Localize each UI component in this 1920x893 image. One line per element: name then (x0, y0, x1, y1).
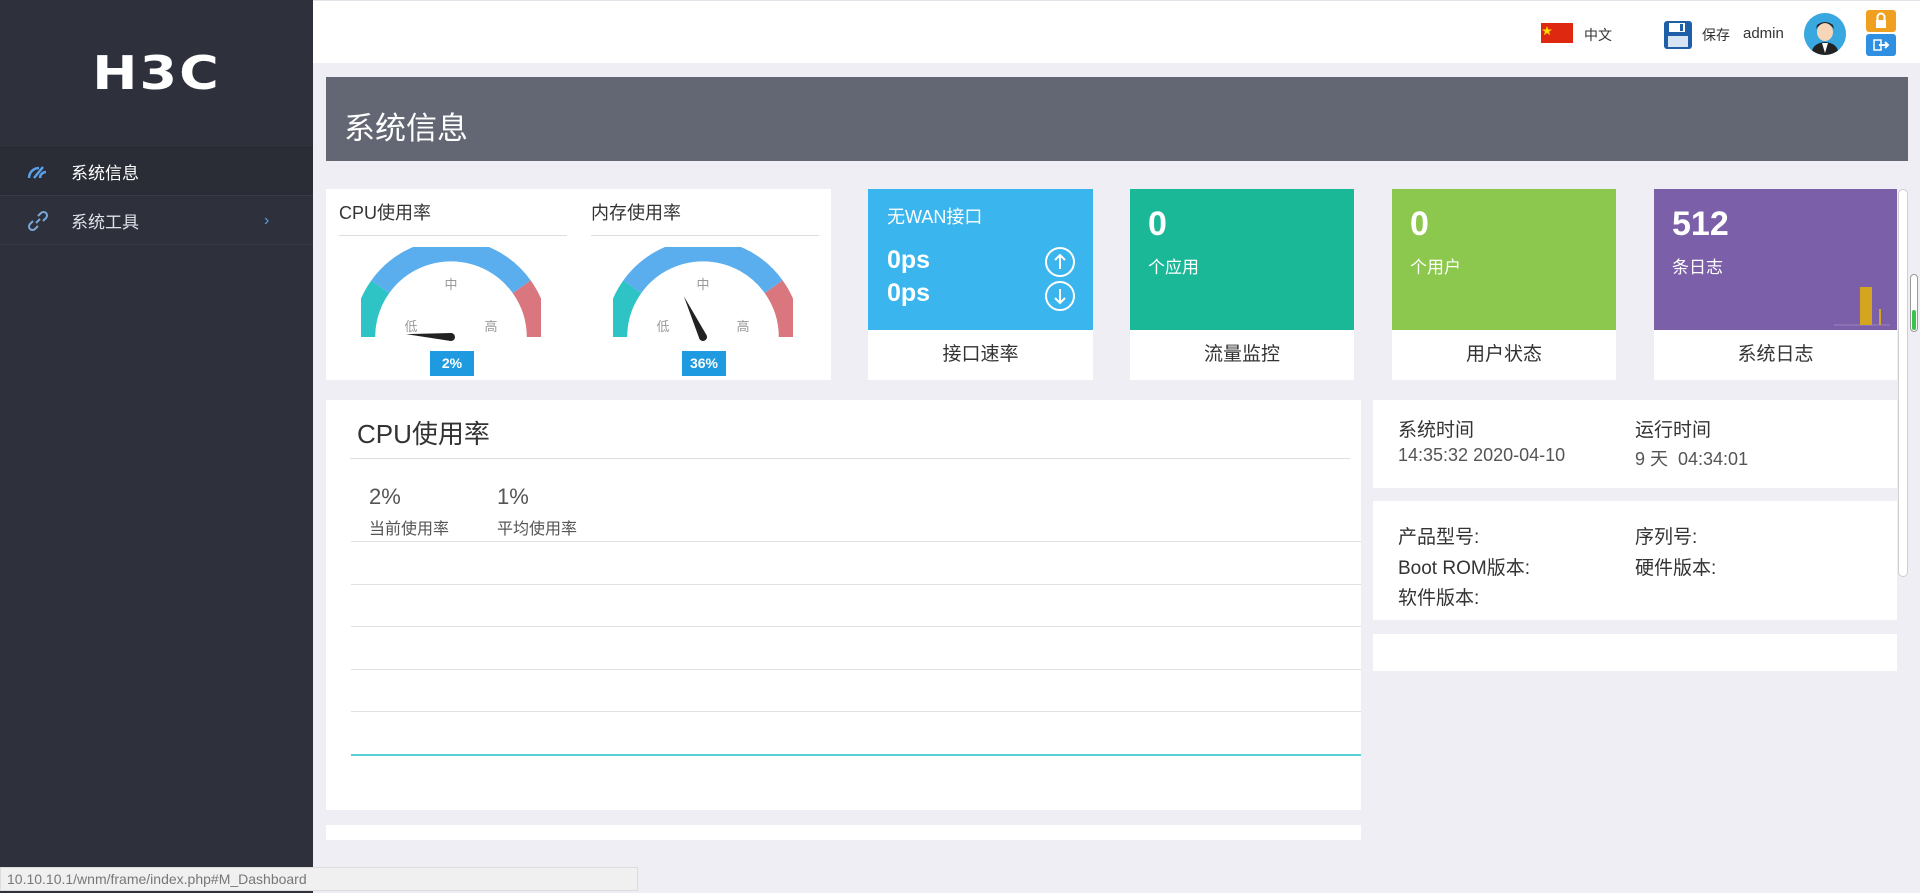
arrow-down-icon (1045, 281, 1075, 311)
avatar[interactable] (1804, 13, 1846, 55)
product-model-label: 产品型号: (1398, 527, 1480, 548)
logo-text: H3C (92, 46, 221, 101)
app-count: 0 (1148, 205, 1167, 243)
gauge-icon (27, 166, 47, 179)
divider (350, 458, 1350, 459)
panel-strip (326, 825, 1361, 840)
cpu-usage-panel: CPU使用率 2% 当前使用率 1% 平均使用率 (326, 400, 1361, 810)
system-time-card: 系统时间 14:35:32 2020-04-10 运行时间 9 天 04:34:… (1373, 400, 1897, 488)
user-status-tile[interactable]: 0 个用户 用户状态 (1392, 189, 1616, 380)
save-icon[interactable] (1663, 20, 1693, 50)
software-version-label: 软件版本: (1398, 588, 1480, 609)
gauge-low-label: 低 (656, 319, 669, 334)
h3c-logo[interactable]: H3C (0, 0, 313, 148)
china-flag-icon[interactable] (1541, 23, 1573, 43)
logout-icon (1873, 39, 1890, 51)
wan-title: 无WAN接口 (887, 207, 983, 227)
sidebar-item-system-tools[interactable]: 系统工具 › (0, 197, 313, 245)
scrollbar[interactable] (1898, 189, 1908, 577)
lock-icon (1876, 12, 1886, 28)
sidebar-item-system-info[interactable]: 系统信息 (0, 148, 313, 196)
memory-gauge-title: 内存使用率 (591, 203, 681, 223)
current-usage-value: 2% (369, 484, 401, 509)
tile-footer[interactable]: 流量监控 (1130, 330, 1354, 380)
gauge-high-label: 高 (484, 319, 497, 334)
current-usage-label: 当前使用率 (369, 521, 450, 538)
traffic-monitor-tile[interactable]: 0 个应用 流量监控 (1130, 189, 1354, 380)
user-count: 0 (1410, 205, 1429, 243)
average-usage-value: 1% (497, 484, 529, 509)
tile-top: 无WAN接口 0ps 0ps (868, 189, 1093, 330)
tile-top: 0 个应用 (1130, 189, 1354, 330)
top-bar: 中文 保存 admin (313, 0, 1920, 63)
tile-top: 0 个用户 (1392, 189, 1616, 330)
link-icon (27, 210, 49, 232)
empty-card (1373, 634, 1897, 671)
uptime-label: 运行时间 (1635, 420, 1712, 441)
cpu-usage-line (351, 754, 1361, 756)
tile-footer[interactable]: 用户状态 (1392, 330, 1616, 380)
tile-top: 512 条日志 (1654, 189, 1897, 330)
scroll-indicator-fill (1912, 310, 1916, 330)
system-time-value: 14:35:32 2020-04-10 (1398, 445, 1566, 465)
uptime-value: 9 天 04:34:01 (1635, 449, 1749, 469)
cpu-panel-title: CPU使用率 (357, 419, 490, 449)
gauge-mid-label: 中 (696, 277, 709, 292)
grid-line (351, 711, 1361, 712)
language-selector[interactable]: 中文 (1584, 25, 1612, 45)
memory-gauge-value: 36% (682, 351, 726, 376)
divider (339, 235, 567, 236)
log-count-label: 条日志 (1672, 258, 1723, 277)
tile-footer[interactable]: 接口速率 (868, 330, 1093, 380)
user-count-label: 个用户 (1410, 258, 1461, 277)
logout-button[interactable] (1866, 34, 1896, 56)
cpu-gauge-value: 2% (430, 351, 474, 376)
grid-line (351, 669, 1361, 670)
username: admin (1743, 25, 1784, 42)
grid-line (351, 541, 1361, 542)
usage-gauges-card: CPU使用率 中 低 高 2% 内存使用率 中 低 高 36% (326, 189, 831, 380)
download-rate: 0ps (887, 279, 931, 307)
cpu-gauge: 中 低 高 (361, 247, 541, 341)
lock-button[interactable] (1866, 10, 1896, 32)
memory-gauge: 中 低 高 (613, 247, 793, 341)
page-title: 系统信息 (344, 111, 468, 146)
status-bar-url: 10.10.10.1/wnm/frame/index.php#M_Dashboa… (0, 867, 638, 891)
sidebar-item-label: 系统工具 (71, 213, 139, 232)
system-time-label: 系统时间 (1398, 420, 1475, 441)
tile-footer[interactable]: 系统日志 (1654, 330, 1897, 380)
page-header: 系统信息 (326, 77, 1908, 161)
gauge-mid-label: 中 (444, 277, 457, 292)
log-sparkline (1834, 287, 1890, 326)
arrow-up-icon (1045, 247, 1075, 277)
grid-line (351, 626, 1361, 627)
sidebar-item-label: 系统信息 (71, 164, 139, 183)
gauge-needle (683, 296, 707, 341)
divider (591, 235, 819, 236)
hardware-version-label: 硬件版本: (1635, 558, 1717, 579)
cpu-gauge-title: CPU使用率 (339, 203, 432, 223)
device-info-card: 产品型号: 序列号: Boot ROM版本: 硬件版本: 软件版本: (1373, 501, 1897, 620)
bootrom-version-label: Boot ROM版本: (1398, 558, 1530, 579)
app-count-label: 个应用 (1148, 258, 1199, 277)
interface-rate-tile[interactable]: 无WAN接口 0ps 0ps 接口速率 (868, 189, 1093, 380)
save-button[interactable]: 保存 (1702, 25, 1730, 45)
gauge-high-label: 高 (736, 319, 749, 334)
sidebar: H3C 系统信息 系统工具 › (0, 0, 313, 893)
chevron-right-icon: › (264, 211, 270, 229)
upload-rate: 0ps (887, 246, 931, 274)
serial-number-label: 序列号: (1635, 527, 1698, 548)
grid-line (351, 584, 1361, 585)
gauge-low-label: 低 (404, 319, 417, 334)
log-count: 512 (1672, 205, 1729, 243)
average-usage-label: 平均使用率 (497, 521, 578, 538)
system-log-tile[interactable]: 512 条日志 系统日志 (1654, 189, 1897, 380)
